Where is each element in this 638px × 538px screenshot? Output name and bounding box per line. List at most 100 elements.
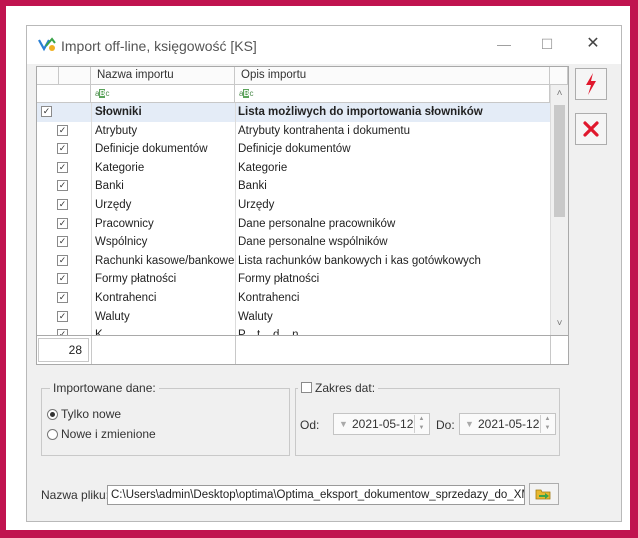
import-description-cell: P... t... d... n... <box>235 326 548 335</box>
table-row[interactable]: ✓ Wspólnicy Dane personalne wspólników <box>37 233 550 252</box>
import-description-cell: Waluty <box>238 310 273 323</box>
scroll-up-arrow-icon[interactable]: ˄ <box>551 87 568 101</box>
close-button[interactable]: ✕ <box>578 32 608 56</box>
abc-filter-icon: aBc <box>95 89 110 98</box>
column-divider <box>91 103 92 335</box>
import-name-cell: Formy płatności <box>95 273 177 286</box>
table-row[interactable]: ✓ Atrybuty Atrybuty kontrahenta i dokument… <box>37 122 550 141</box>
import-name-cell: Kategorie <box>95 161 145 174</box>
row-checkbox[interactable]: ✓ <box>57 217 68 229</box>
radio-new-and-changed[interactable] <box>47 429 58 440</box>
column-header-description[interactable]: Opis importu <box>235 67 550 85</box>
header-check-column <box>37 67 59 85</box>
import-description-cell: Dane personalne pracowników <box>238 217 396 230</box>
run-import-button[interactable] <box>575 68 607 100</box>
radio-new-and-changed-label[interactable]: Nowe i zmienione <box>61 427 156 441</box>
lightning-icon <box>586 73 596 95</box>
imported-data-legend: Importowane dane: <box>50 381 159 395</box>
import-name-cell: Waluty <box>95 310 130 323</box>
calendar-dropdown-icon[interactable]: ▼ <box>465 414 474 434</box>
import-app-icon <box>38 37 56 52</box>
file-name-label: Nazwa pliku: <box>41 488 110 502</box>
table-row[interactable]: ✓K...P... t... d... n... <box>37 326 550 335</box>
import-name-cell: Kontrahenci <box>95 292 157 304</box>
row-checkbox[interactable]: ✓ <box>57 124 68 136</box>
import-dialog: Import off-line, księgowość [KS] — ☐ ✕ N… <box>26 25 622 522</box>
from-date-value: 2021-05-12 <box>352 417 414 431</box>
table-row[interactable]: ✓ Rachunki kasowe/bankowe Lista rachunków … <box>37 252 550 271</box>
vertical-scrollbar[interactable]: ˄ ˅ <box>550 85 568 335</box>
import-name-cell: Urzędy <box>95 199 132 211</box>
import-grid[interactable]: Nazwa importu Opis importu aBc aBc ✓ Słow… <box>36 66 569 365</box>
to-date-field[interactable]: ▼ 2021-05-12 ▲ ▼ <box>459 413 556 435</box>
table-row[interactable]: ✓ Definicje dokumentów Definicje dokumentó… <box>37 140 550 159</box>
filter-description-cell[interactable]: aBc <box>235 85 550 103</box>
abc-filter-icon: aBc <box>239 89 254 98</box>
table-row[interactable]: ✓ Pracownicy Dane personalne pracowników <box>37 215 550 234</box>
import-name-cell: Słowniki <box>95 106 142 118</box>
import-description-cell: Definicje dokumentów <box>238 143 351 156</box>
date-range-legend[interactable]: Zakres dat: <box>298 381 379 395</box>
date-range-checkbox[interactable] <box>301 382 312 393</box>
row-checkbox[interactable]: ✓ <box>41 106 52 117</box>
filter-cell-blank <box>37 85 91 103</box>
radio-new-only-label[interactable]: Tylko nowe <box>61 407 121 421</box>
folder-open-icon <box>535 489 551 500</box>
table-row[interactable]: ✓ Formy płatności Formy płatności <box>37 270 550 289</box>
row-count: 28 <box>38 338 89 362</box>
table-row[interactable]: ✓ Waluty Waluty <box>37 308 550 327</box>
browse-file-button[interactable] <box>529 483 559 505</box>
window-title: Import off-line, księgowość [KS] <box>61 38 257 54</box>
to-label: Do: <box>436 418 455 432</box>
to-date-value: 2021-05-12 <box>478 417 540 431</box>
from-date-field[interactable]: ▼ 2021-05-12 ▲ ▼ <box>333 413 430 435</box>
import-name-cell: Definicje dokumentów <box>95 143 208 156</box>
header-scroll-corner <box>550 67 568 85</box>
file-path-input[interactable]: C:\Users\admin\Desktop\optima\Optima_eks… <box>107 485 525 505</box>
cancel-button[interactable] <box>575 113 607 145</box>
row-checkbox[interactable]: ✓ <box>57 310 68 322</box>
date-range-group: Zakres dat: Od: ▼ 2021-05-12 ▲ ▼ Do: ▼ 20… <box>295 381 560 456</box>
row-checkbox[interactable]: ✓ <box>57 199 68 210</box>
row-checkbox[interactable]: ✓ <box>57 236 68 248</box>
minimize-button[interactable]: — <box>489 32 519 56</box>
grid-rows: ✓ Słowniki Lista możliwych do importowania… <box>37 103 550 335</box>
import-description-cell: Formy płatności <box>238 273 320 286</box>
row-checkbox[interactable]: ✓ <box>57 292 68 303</box>
date-spinner-icon[interactable]: ▲ ▼ <box>414 415 428 433</box>
header-tree-column <box>59 67 91 85</box>
row-checkbox[interactable]: ✓ <box>57 143 68 155</box>
title-bar: Import off-line, księgowość [KS] — ☐ ✕ <box>27 26 621 64</box>
import-name-cell: Rachunki kasowe/bankowe <box>95 254 235 267</box>
scroll-thumb[interactable] <box>554 105 565 217</box>
scroll-down-arrow-icon[interactable]: ˅ <box>551 317 568 331</box>
footer-divider <box>235 336 236 364</box>
column-header-name[interactable]: Nazwa importu <box>91 67 235 85</box>
import-name-cell: Pracownicy <box>95 217 154 230</box>
import-name-cell: Atrybuty <box>95 124 138 137</box>
date-spinner-icon[interactable]: ▲ ▼ <box>540 415 554 433</box>
import-name-cell: Banki <box>95 180 124 193</box>
maximize-button[interactable]: ☐ <box>532 32 562 56</box>
import-description-cell: Kategorie <box>238 161 288 174</box>
column-divider <box>235 103 236 335</box>
import-description-cell: Lista możliwych do importowania słownikó… <box>238 106 483 118</box>
radio-new-only[interactable] <box>47 409 58 420</box>
footer-divider <box>550 336 551 364</box>
import-description-cell: Dane personalne wspólników <box>238 236 388 249</box>
grid-footer: 28 <box>37 335 568 364</box>
table-row[interactable]: ✓ Banki Banki <box>37 177 550 196</box>
filter-name-cell[interactable]: aBc <box>91 85 235 103</box>
row-checkbox[interactable]: ✓ <box>57 273 68 285</box>
calendar-dropdown-icon[interactable]: ▼ <box>339 414 348 434</box>
table-row[interactable]: ✓ Urzędy Urzędy <box>37 196 550 215</box>
table-row[interactable]: ✓ Kontrahenci Kontrahenci <box>37 289 550 308</box>
table-row[interactable]: ✓ Kategorie Kategorie <box>37 159 550 178</box>
imported-data-group: Importowane dane: Tylko nowe Nowe i zmie… <box>41 381 290 456</box>
import-name-cell: K... <box>92 326 235 335</box>
table-row[interactable]: ✓ Słowniki Lista możliwych do importowania… <box>37 103 550 122</box>
row-checkbox[interactable]: ✓ <box>57 161 68 173</box>
row-checkbox[interactable]: ✓ <box>57 180 68 192</box>
date-range-label: Zakres dat: <box>315 381 376 395</box>
row-checkbox[interactable]: ✓ <box>57 254 68 266</box>
